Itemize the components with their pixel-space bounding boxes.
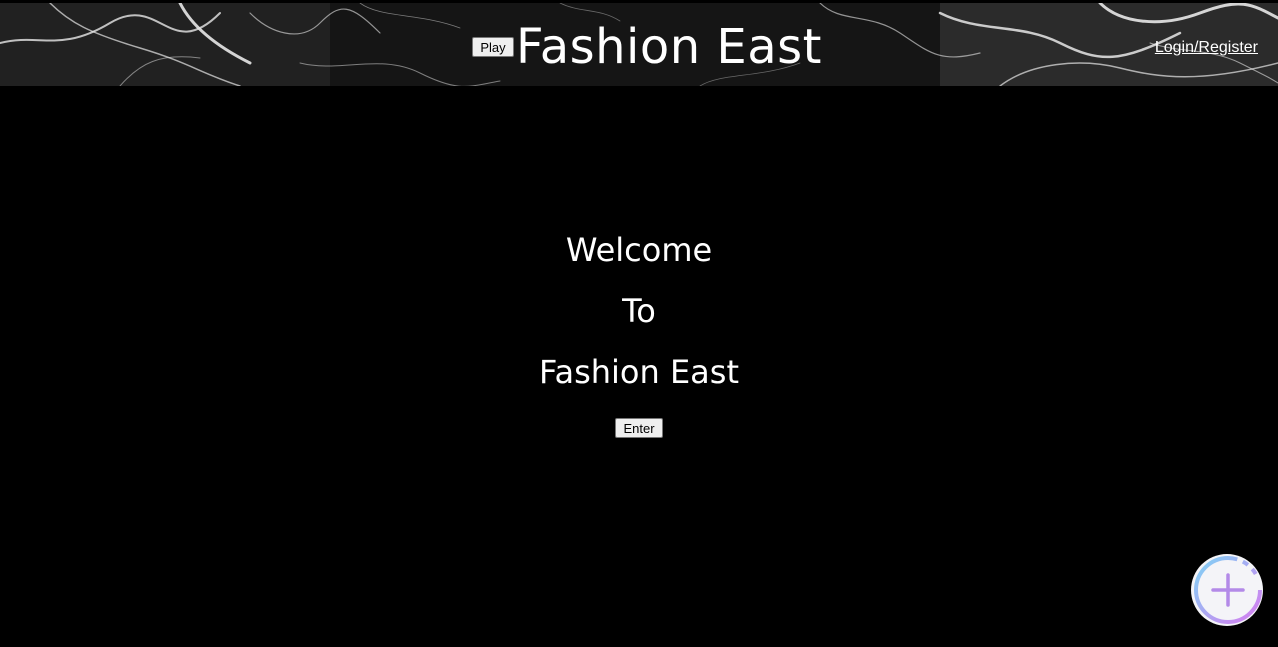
welcome-line: To xyxy=(622,292,656,330)
welcome-section: Welcome To Fashion East xyxy=(0,230,1278,413)
site-header: Play Fashion East Login/Register xyxy=(0,3,1278,86)
welcome-line: Fashion East xyxy=(539,353,739,391)
floating-add-button[interactable] xyxy=(1188,553,1266,627)
site-title: Fashion East xyxy=(516,19,822,75)
welcome-line: Welcome xyxy=(565,231,713,269)
enter-button[interactable]: Enter xyxy=(615,418,663,438)
plus-icon xyxy=(1191,554,1263,626)
login-register-link[interactable]: Login/Register xyxy=(1155,39,1258,57)
play-button[interactable]: Play xyxy=(472,37,514,57)
